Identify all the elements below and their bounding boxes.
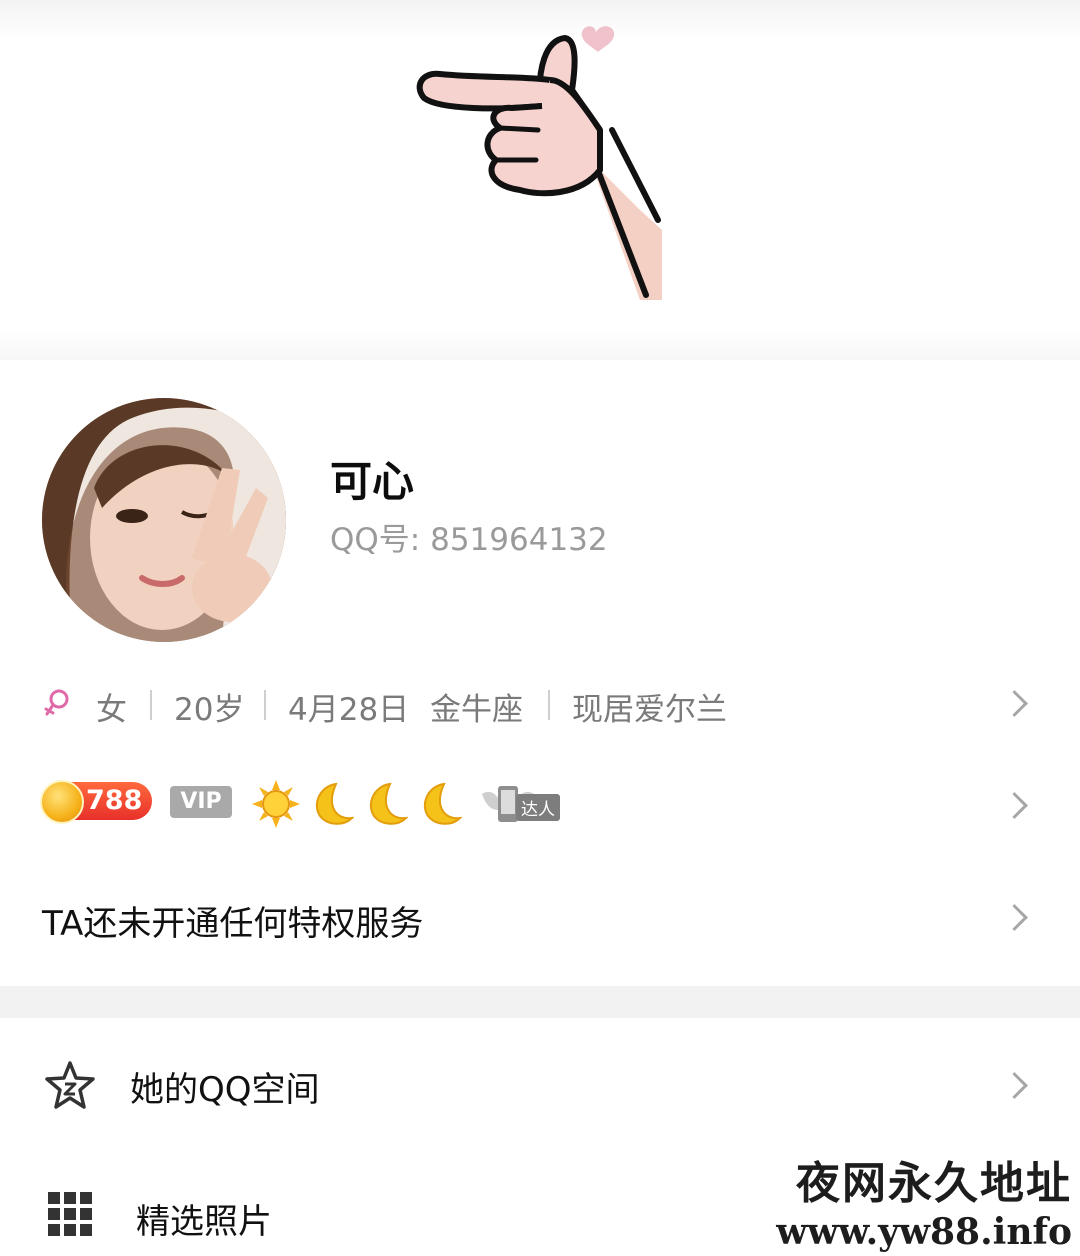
level-badges-row[interactable]: 788 VIP 达人 — [0, 776, 1080, 832]
talent-badge: 达人 — [478, 776, 578, 824]
chevron-right-icon — [1001, 792, 1028, 819]
info-divider — [264, 690, 266, 720]
zodiac-text: 金牛座 — [430, 692, 523, 728]
chevron-right-icon — [1001, 690, 1028, 717]
qq-level-badge: 788 — [40, 780, 152, 824]
pointing-hand-illustration — [416, 26, 662, 300]
info-divider — [548, 690, 550, 720]
watermark-line2: www.yw88.info — [776, 1211, 1072, 1253]
menu-label-qzone: 她的QQ空间 — [130, 1070, 320, 1110]
sun-coin-icon — [40, 780, 84, 824]
age-text: 20岁 — [174, 692, 245, 728]
basic-info-row[interactable]: 女 20岁 4月28日 金牛座 现居爱尔兰 — [0, 676, 1080, 732]
grid-icon — [48, 1192, 92, 1236]
location-text: 现居爱尔兰 — [572, 692, 727, 728]
site-watermark: 夜网永久地址 www.yw88.info — [772, 1158, 1080, 1254]
moon-level-icon — [423, 782, 462, 825]
vip-badge: VIP — [170, 786, 232, 818]
gender-text: 女 — [96, 692, 127, 728]
chevron-right-icon — [1001, 904, 1028, 931]
menu-item-qzone[interactable]: 她的QQ空间 — [0, 1044, 1080, 1124]
chevron-right-icon — [1001, 1072, 1028, 1099]
moon-level-icon — [315, 782, 354, 825]
female-icon — [44, 689, 69, 716]
info-divider — [150, 690, 152, 720]
profile-cover — [0, 0, 1080, 360]
talent-label: 达人 — [516, 794, 560, 821]
sun-level-icon — [252, 780, 300, 828]
qq-level-value: 788 — [86, 785, 143, 816]
privilege-text: TA还未开通任何特权服务 — [42, 904, 424, 944]
qq-number-line: QQ号: 851964132 — [330, 514, 608, 559]
birthday-text: 4月28日 — [288, 692, 410, 728]
avatar-photo — [42, 398, 286, 642]
qzone-star-icon — [45, 1061, 95, 1109]
section-divider — [0, 986, 1080, 1018]
watermark-line1: 夜网永久地址 — [796, 1158, 1072, 1209]
menu-label-photos: 精选照片 — [136, 1202, 272, 1242]
moon-level-icon — [369, 782, 408, 825]
qq-number: 851964132 — [430, 522, 608, 558]
privilege-row[interactable]: TA还未开通任何特权服务 — [0, 888, 1080, 948]
profile-name: 可心 — [330, 457, 415, 506]
avatar[interactable] — [42, 398, 286, 642]
qq-label: QQ号: — [330, 522, 421, 558]
